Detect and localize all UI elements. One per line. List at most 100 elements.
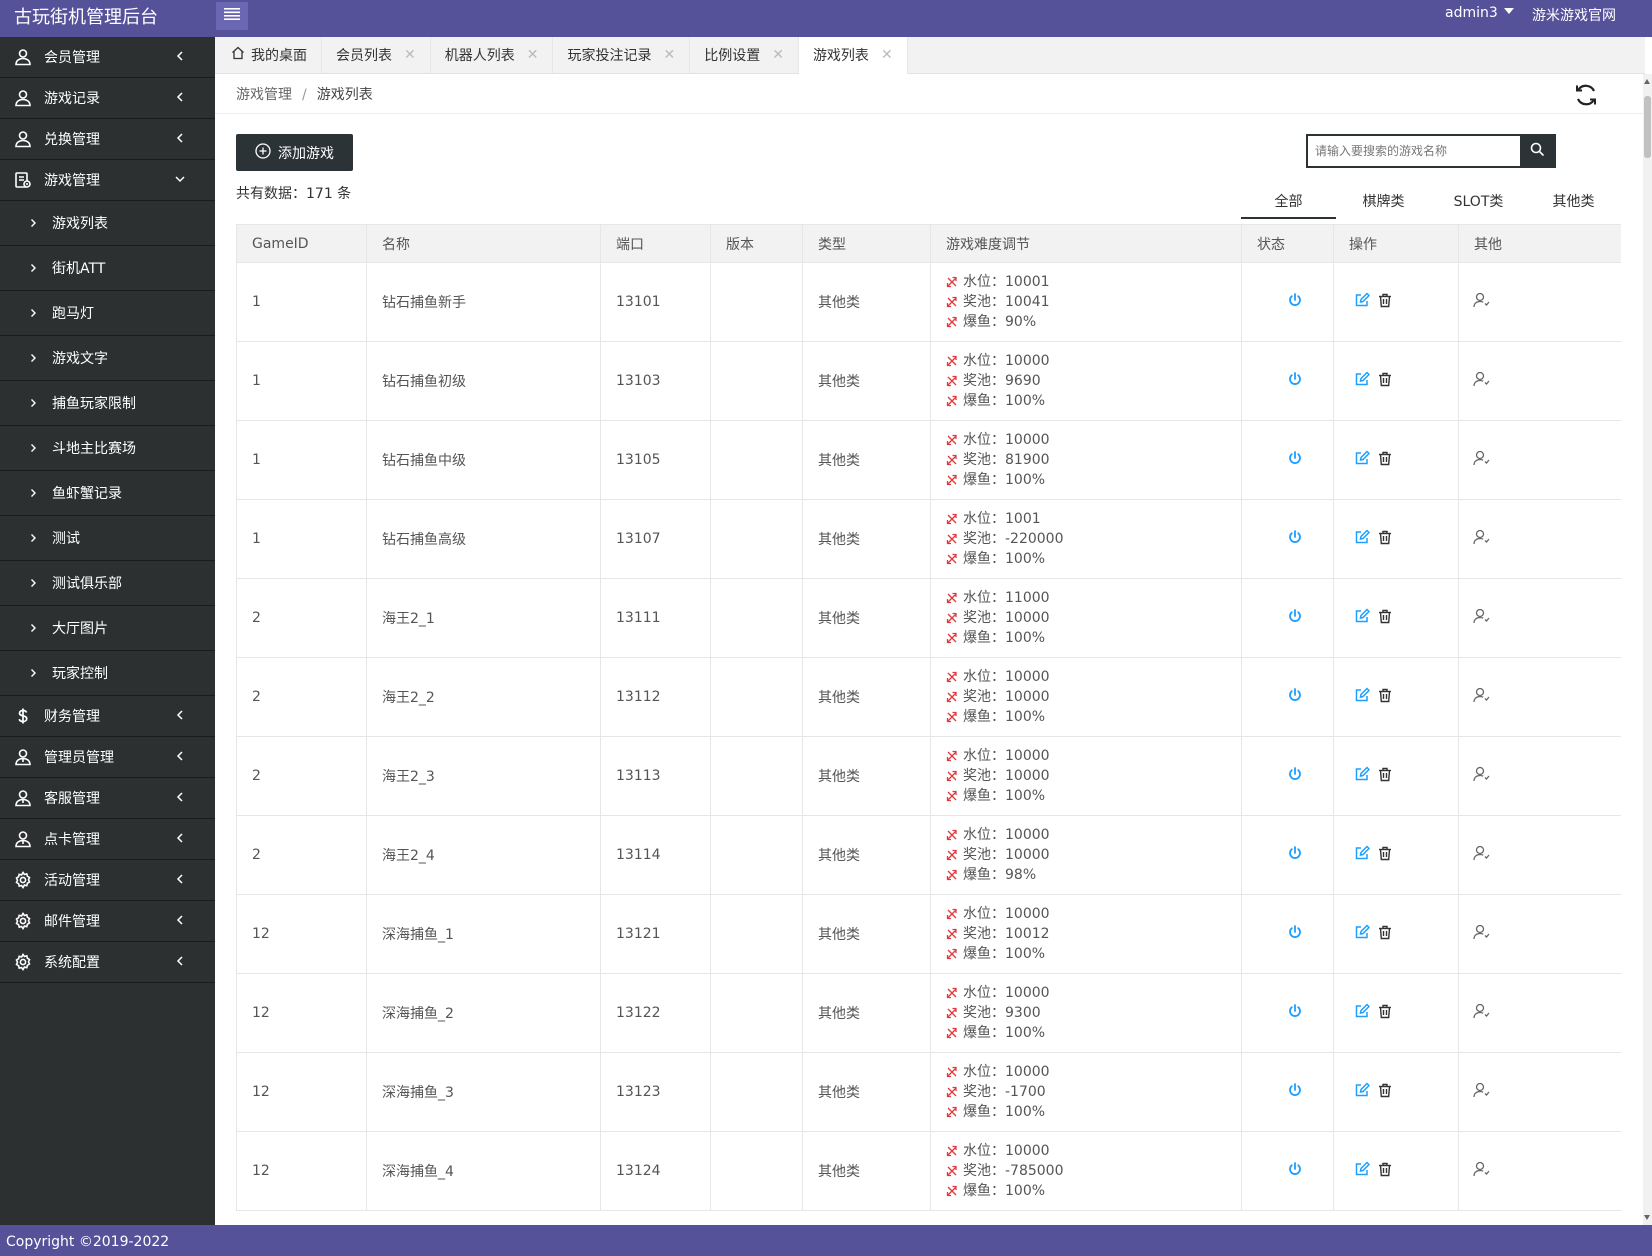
swap-icon[interactable] <box>946 770 958 782</box>
category-tab[interactable]: 棋牌类 <box>1336 181 1431 219</box>
user-check-icon[interactable] <box>1473 924 1490 944</box>
swap-icon[interactable] <box>946 632 958 644</box>
power-icon[interactable] <box>1287 292 1303 312</box>
edit-icon[interactable] <box>1354 845 1371 865</box>
power-icon[interactable] <box>1287 1161 1303 1181</box>
user-menu[interactable]: admin3 <box>1445 5 1514 21</box>
close-icon[interactable]: ✕ <box>404 47 416 63</box>
user-check-icon[interactable] <box>1473 1161 1490 1181</box>
user-check-icon[interactable] <box>1473 1003 1490 1023</box>
delete-icon[interactable] <box>1378 609 1392 628</box>
swap-icon[interactable] <box>946 691 958 703</box>
edit-icon[interactable] <box>1354 1082 1371 1102</box>
swap-icon[interactable] <box>946 612 958 624</box>
close-icon[interactable]: ✕ <box>663 47 675 63</box>
tab-item[interactable]: 机器人列表 ✕ <box>431 37 554 73</box>
swap-icon[interactable] <box>946 434 958 446</box>
power-icon[interactable] <box>1287 371 1303 391</box>
swap-icon[interactable] <box>946 375 958 387</box>
swap-icon[interactable] <box>946 316 958 328</box>
edit-icon[interactable] <box>1354 687 1371 707</box>
sidebar-subitem[interactable]: 游戏文字 <box>0 336 215 381</box>
swap-icon[interactable] <box>946 869 958 881</box>
swap-icon[interactable] <box>946 750 958 762</box>
swap-icon[interactable] <box>946 711 958 723</box>
user-check-icon[interactable] <box>1473 292 1490 312</box>
scroll-up-arrow-icon[interactable] <box>1644 79 1650 84</box>
delete-icon[interactable] <box>1378 925 1392 944</box>
swap-icon[interactable] <box>946 513 958 525</box>
swap-icon[interactable] <box>946 928 958 940</box>
swap-icon[interactable] <box>946 1086 958 1098</box>
sidebar-item-nav-t1[interactable]: 游戏记录 <box>0 78 215 119</box>
swap-icon[interactable] <box>946 1185 958 1197</box>
swap-icon[interactable] <box>946 790 958 802</box>
sidebar-item-nav-b2[interactable]: 客服管理 <box>0 778 215 819</box>
swap-icon[interactable] <box>946 987 958 999</box>
swap-icon[interactable] <box>946 1165 958 1177</box>
sidebar-subitem[interactable]: 游戏列表 <box>0 201 215 246</box>
tab-item[interactable]: 玩家投注记录 ✕ <box>553 37 691 73</box>
sidebar-subitem[interactable]: 跑马灯 <box>0 291 215 336</box>
scrollbar-thumb[interactable] <box>1644 96 1651 158</box>
swap-icon[interactable] <box>946 296 958 308</box>
user-check-icon[interactable] <box>1473 845 1490 865</box>
swap-icon[interactable] <box>946 276 958 288</box>
user-check-icon[interactable] <box>1473 371 1490 391</box>
swap-icon[interactable] <box>946 948 958 960</box>
sidebar-item-nav-b3[interactable]: 点卡管理 <box>0 819 215 860</box>
swap-icon[interactable] <box>946 533 958 545</box>
power-icon[interactable] <box>1287 924 1303 944</box>
sidebar-item-nav-b0[interactable]: 财务管理 <box>0 696 215 737</box>
sidebar-subitem[interactable]: 大厅图片 <box>0 606 215 651</box>
swap-icon[interactable] <box>946 454 958 466</box>
swap-icon[interactable] <box>946 671 958 683</box>
swap-icon[interactable] <box>946 474 958 486</box>
power-icon[interactable] <box>1287 1082 1303 1102</box>
delete-icon[interactable] <box>1378 688 1392 707</box>
power-icon[interactable] <box>1287 450 1303 470</box>
delete-icon[interactable] <box>1378 1083 1392 1102</box>
sidebar-subitem[interactable]: 街机ATT <box>0 246 215 291</box>
category-tab[interactable]: 全部 <box>1241 181 1336 219</box>
user-check-icon[interactable] <box>1473 529 1490 549</box>
tab-item[interactable]: 比例设置 ✕ <box>690 37 799 73</box>
user-check-icon[interactable] <box>1473 766 1490 786</box>
add-game-button[interactable]: 添加游戏 <box>236 134 353 171</box>
sidebar-subitem[interactable]: 测试俱乐部 <box>0 561 215 606</box>
swap-icon[interactable] <box>946 829 958 841</box>
swap-icon[interactable] <box>946 1027 958 1039</box>
tab-item[interactable]: 游戏列表 ✕ <box>798 37 908 74</box>
swap-icon[interactable] <box>946 592 958 604</box>
close-icon[interactable]: ✕ <box>527 47 539 63</box>
swap-icon[interactable] <box>946 395 958 407</box>
sidebar-item-nav-b6[interactable]: 系统配置 <box>0 942 215 983</box>
power-icon[interactable] <box>1287 1003 1303 1023</box>
edit-icon[interactable] <box>1354 529 1371 549</box>
tab-item[interactable]: 我的桌面 <box>217 37 322 73</box>
user-check-icon[interactable] <box>1473 687 1490 707</box>
delete-icon[interactable] <box>1378 1004 1392 1023</box>
swap-icon[interactable] <box>946 1145 958 1157</box>
search-button[interactable] <box>1520 136 1554 166</box>
edit-icon[interactable] <box>1354 1003 1371 1023</box>
sidebar-item-nav-b4[interactable]: 活动管理 <box>0 860 215 901</box>
edit-icon[interactable] <box>1354 371 1371 391</box>
vertical-scrollbar[interactable] <box>1643 74 1652 1225</box>
sidebar-subitem[interactable]: 捕鱼玩家限制 <box>0 381 215 426</box>
refresh-icon[interactable] <box>1573 82 1599 108</box>
close-icon[interactable]: ✕ <box>772 47 784 63</box>
delete-icon[interactable] <box>1378 1162 1392 1181</box>
edit-icon[interactable] <box>1354 292 1371 312</box>
tab-item[interactable]: 会员列表 ✕ <box>322 37 431 73</box>
swap-icon[interactable] <box>946 1007 958 1019</box>
sidebar-subitem[interactable]: 斗地主比赛场 <box>0 426 215 471</box>
sidebar-item-nav-b1[interactable]: 管理员管理 <box>0 737 215 778</box>
swap-icon[interactable] <box>946 1106 958 1118</box>
edit-icon[interactable] <box>1354 450 1371 470</box>
delete-icon[interactable] <box>1378 767 1392 786</box>
sidebar-item-nav-t0[interactable]: 会员管理 <box>0 37 215 78</box>
category-tab[interactable]: 其他类 <box>1526 181 1621 219</box>
swap-icon[interactable] <box>946 355 958 367</box>
swap-icon[interactable] <box>946 849 958 861</box>
